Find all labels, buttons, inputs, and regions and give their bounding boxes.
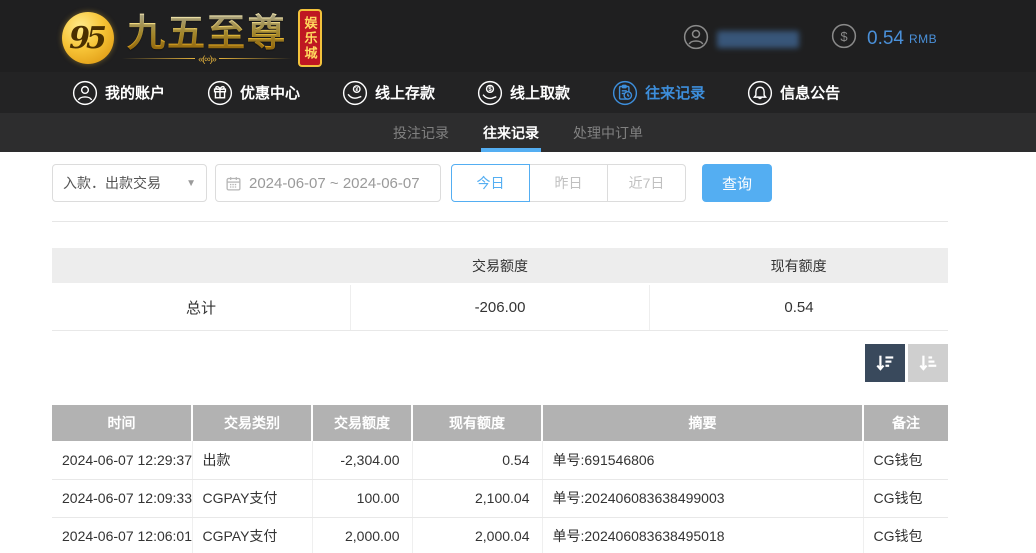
brand-name: 九五至尊 <box>127 13 287 53</box>
chevron-down-icon: ▼ <box>186 178 196 189</box>
cell-type: CGPAY支付 <box>192 479 312 517</box>
gift-icon <box>207 80 233 106</box>
cell-amount: 100.00 <box>312 479 412 517</box>
main-nav: 我的账户 优惠中心 ¥ 线上存款 <box>0 72 1036 113</box>
cell-note: CG钱包 <box>863 441 948 479</box>
transaction-type-select[interactable]: 入款．出款交易 ▼ <box>52 164 207 202</box>
filter-row: 入款．出款交易 ▼ 2024-06-07 ~ 2024-06-07 今日 昨日 … <box>52 164 1036 202</box>
content-area: 入款．出款交易 ▼ 2024-06-07 ~ 2024-06-07 今日 昨日 … <box>0 164 1036 553</box>
tab-pending-orders[interactable]: 处理中订单 <box>571 113 645 152</box>
brand-flourish: «(∞)» <box>122 54 292 64</box>
cell-balance: 2,100.04 <box>412 479 542 517</box>
bell-icon <box>747 80 773 106</box>
tab-transaction-records[interactable]: 往来记录 <box>481 113 541 152</box>
account-user-icon <box>72 80 98 106</box>
summary-total-balance: 0.54 <box>649 285 948 330</box>
nav-item-withdraw[interactable]: $ 线上取款 <box>477 80 570 106</box>
today-button[interactable]: 今日 <box>451 164 530 202</box>
cell-summary: 单号:202406083638495018 <box>542 517 863 553</box>
balance-amount: 0.54 <box>867 28 904 50</box>
summary-total-row: 总计 -206.00 0.54 <box>52 285 948 331</box>
quick-date-button-group: 今日 昨日 近7日 <box>451 164 686 202</box>
sort-controls <box>52 344 948 382</box>
brand-logo[interactable]: 95 九五至尊 «(∞)» 娱乐城 <box>62 9 322 67</box>
user-icon <box>683 24 709 55</box>
brand-monogram-icon: 95 <box>62 12 114 64</box>
summary-header-empty <box>52 248 351 283</box>
cell-type: CGPAY支付 <box>192 517 312 553</box>
cell-balance: 0.54 <box>412 441 542 479</box>
nav-item-my-account[interactable]: 我的账户 <box>72 80 165 106</box>
top-header-bar: 95 九五至尊 «(∞)» 娱乐城 $ 0.54 RMB <box>0 0 1036 72</box>
col-header-summary: 摘要 <box>542 405 863 441</box>
username-blurred <box>717 31 799 48</box>
yesterday-button[interactable]: 昨日 <box>529 164 608 202</box>
col-header-type: 交易类别 <box>192 405 312 441</box>
cell-amount: -2,304.00 <box>312 441 412 479</box>
nav-item-announcements[interactable]: 信息公告 <box>747 80 840 106</box>
sort-ascending-icon <box>917 352 939 374</box>
svg-text:¥: ¥ <box>355 87 358 93</box>
summary-table: 交易额度 现有额度 总计 -206.00 0.54 <box>52 248 948 331</box>
summary-total-label: 总计 <box>52 285 350 330</box>
col-header-amount: 交易额度 <box>312 405 412 441</box>
cell-summary: 单号:202406083638499003 <box>542 479 863 517</box>
col-header-balance: 现有额度 <box>412 405 542 441</box>
table-row: 2024-06-07 12:09:33 CGPAY支付 100.00 2,100… <box>52 479 948 517</box>
table-header-row: 时间 交易类别 交易额度 现有额度 摘要 备注 <box>52 405 948 441</box>
brand-badge: 娱乐城 <box>298 9 322 67</box>
summary-header-balance: 现有额度 <box>649 248 948 283</box>
summary-total-amount: -206.00 <box>350 285 649 330</box>
transactions-table: 时间 交易类别 交易额度 现有额度 摘要 备注 2024-06-07 12:29… <box>52 405 948 553</box>
col-header-time: 时间 <box>52 405 192 441</box>
cell-balance: 2,000.04 <box>412 517 542 553</box>
sort-descending-button[interactable] <box>865 344 905 382</box>
query-button[interactable]: 查询 <box>702 164 772 202</box>
cell-type: 出款 <box>192 441 312 479</box>
cell-time: 2024-06-07 12:09:33 <box>52 479 192 517</box>
cell-note: CG钱包 <box>863 517 948 553</box>
cell-time: 2024-06-07 12:06:01 <box>52 517 192 553</box>
date-range-input[interactable]: 2024-06-07 ~ 2024-06-07 <box>215 164 441 202</box>
cell-time: 2024-06-07 12:29:37 <box>52 441 192 479</box>
records-clipboard-clock-icon <box>612 80 638 106</box>
nav-item-transaction-records[interactable]: 往来记录 <box>612 80 705 106</box>
balance-currency: RMB <box>909 32 937 46</box>
cell-amount: 2,000.00 <box>312 517 412 553</box>
withdraw-hand-coin-icon: $ <box>477 80 503 106</box>
deposit-hand-coin-icon: ¥ <box>342 80 368 106</box>
nav-item-deposit[interactable]: ¥ 线上存款 <box>342 80 435 106</box>
svg-text:$: $ <box>840 29 848 44</box>
nav-item-promotions[interactable]: 优惠中心 <box>207 80 300 106</box>
table-row: 2024-06-07 12:29:37 出款 -2,304.00 0.54 单号… <box>52 441 948 479</box>
user-account[interactable] <box>683 24 799 55</box>
balance-display[interactable]: $ 0.54 RMB <box>831 23 937 54</box>
records-subtabs: 投注记录 往来记录 处理中订单 <box>0 113 1036 152</box>
summary-header-amount: 交易额度 <box>351 248 650 283</box>
cell-note: CG钱包 <box>863 479 948 517</box>
col-header-note: 备注 <box>863 405 948 441</box>
table-row: 2024-06-07 12:06:01 CGPAY支付 2,000.00 2,0… <box>52 517 948 553</box>
summary-header-row: 交易额度 现有额度 <box>52 248 948 283</box>
cell-summary: 单号:691546806 <box>542 441 863 479</box>
tab-bet-records[interactable]: 投注记录 <box>391 113 451 152</box>
section-divider <box>52 221 948 222</box>
sort-descending-icon <box>874 352 896 374</box>
last7days-button[interactable]: 近7日 <box>607 164 686 202</box>
calendar-icon <box>225 175 242 192</box>
coin-dollar-icon: $ <box>831 23 857 54</box>
sort-ascending-button[interactable] <box>908 344 948 382</box>
